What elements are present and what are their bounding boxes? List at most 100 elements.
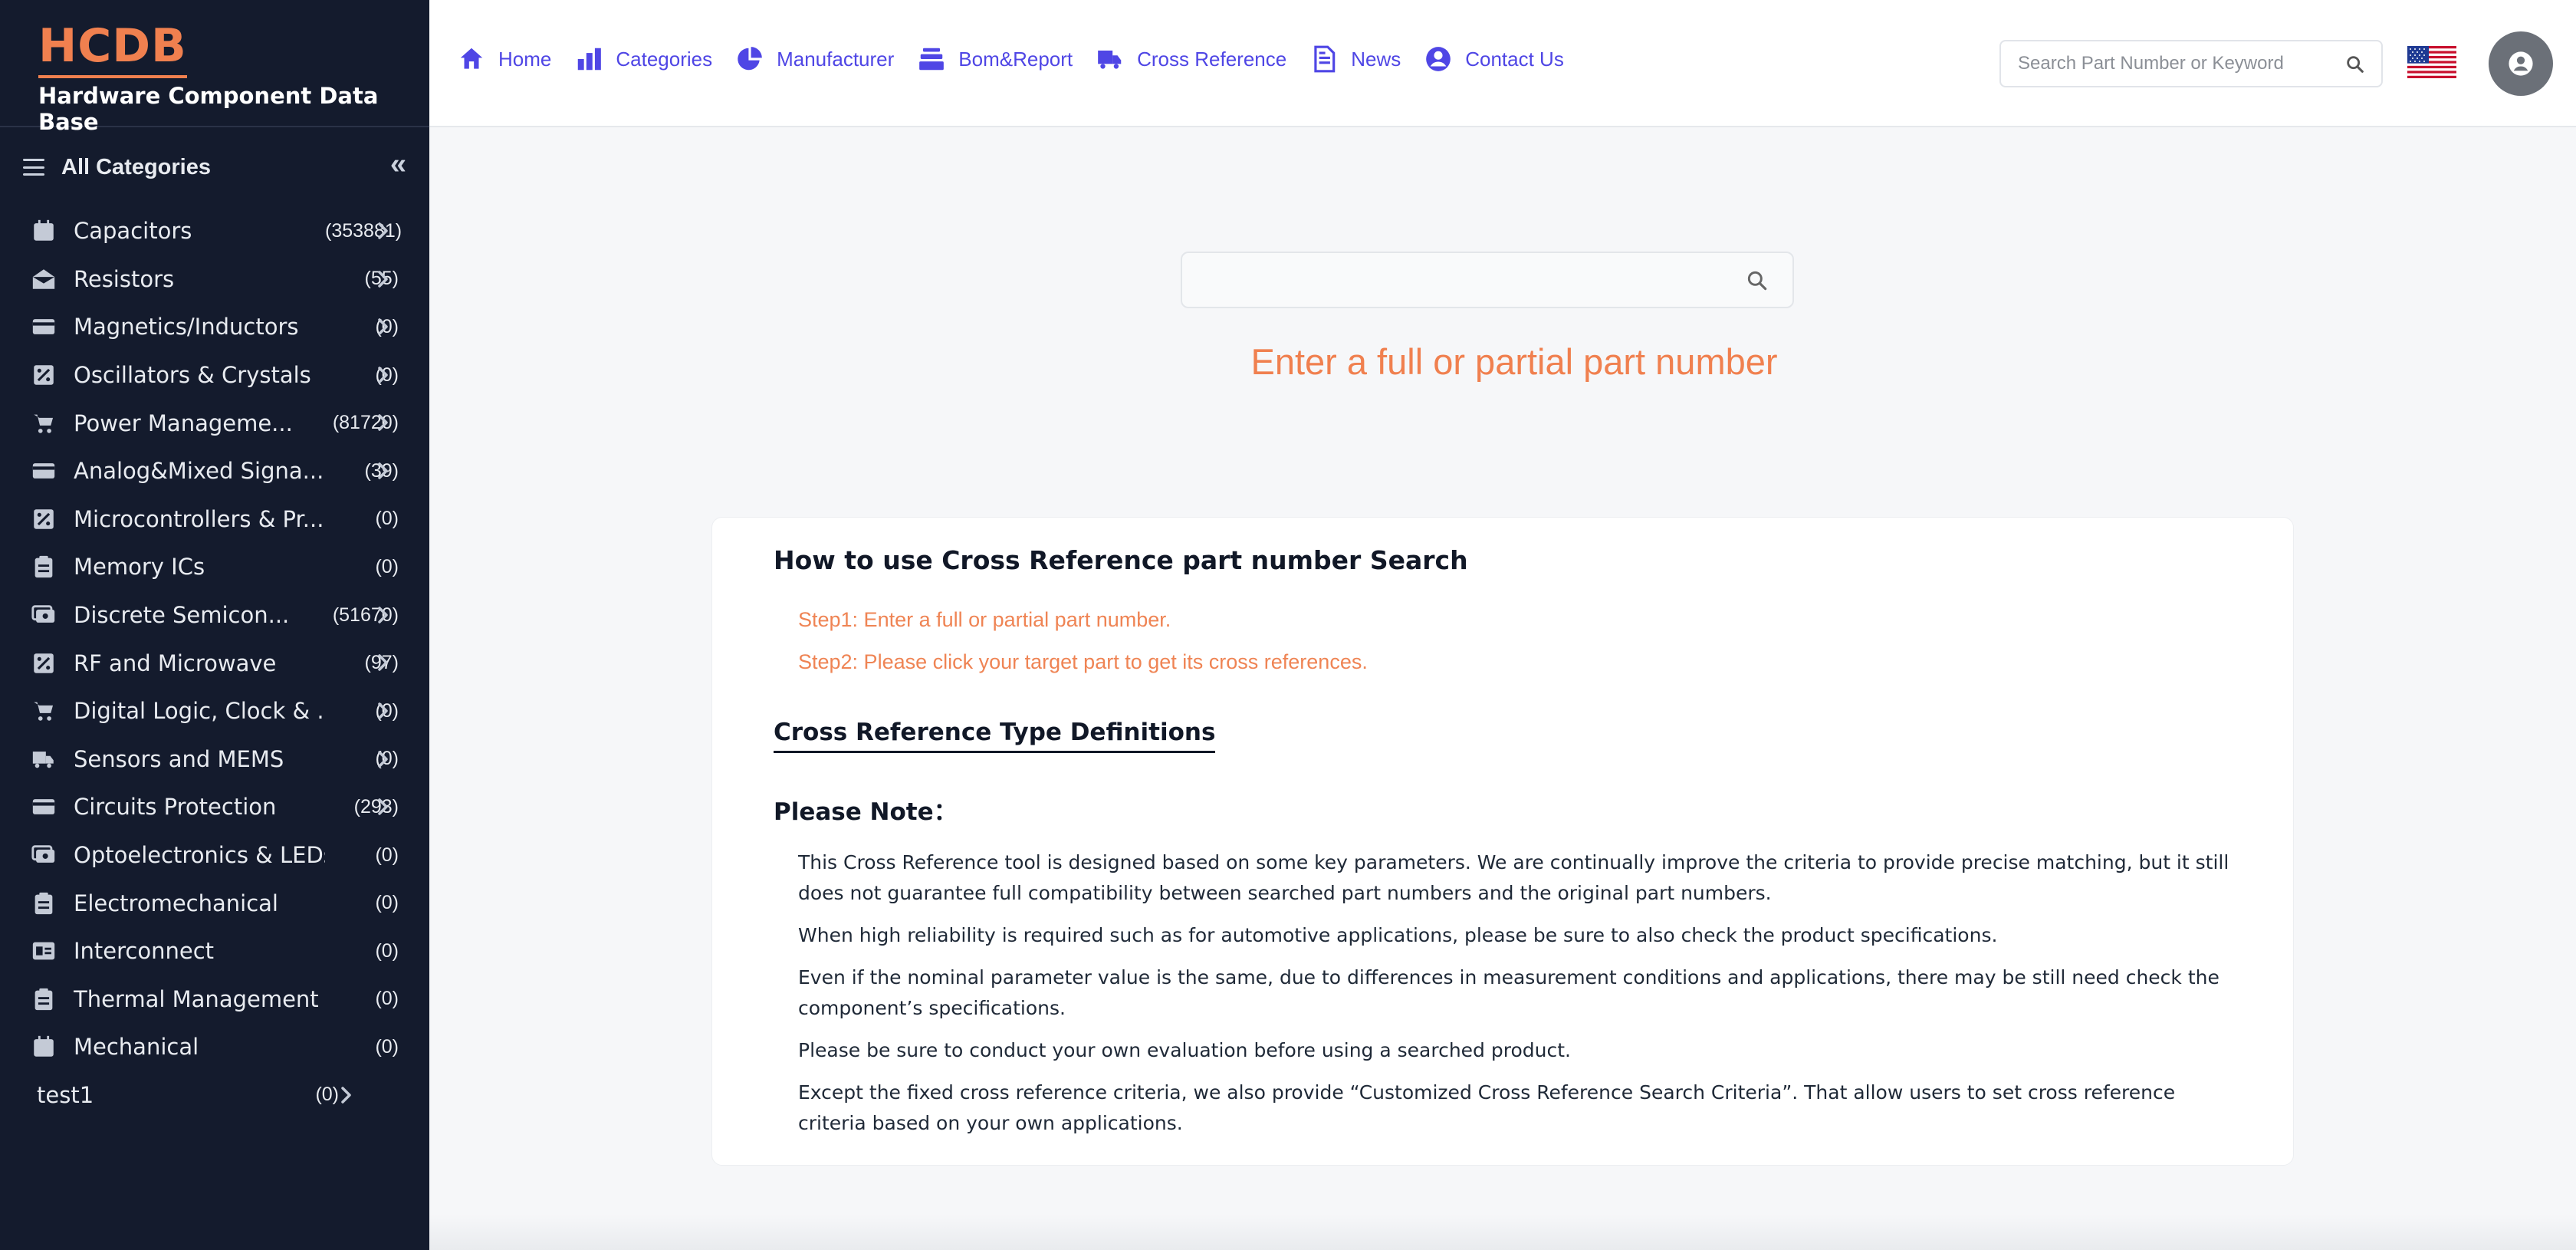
collapse-sidebar-icon[interactable]: « bbox=[390, 149, 406, 179]
card-icon bbox=[31, 794, 57, 820]
brand[interactable]: HCDB Hardware Component Data Base bbox=[0, 0, 429, 135]
chevron-right-icon[interactable] bbox=[374, 794, 393, 820]
category-name: Digital Logic, Clock & ... bbox=[74, 698, 325, 725]
chevron-right-icon[interactable] bbox=[374, 698, 393, 724]
category-count: (0) bbox=[315, 1084, 339, 1106]
clipboard-icon bbox=[31, 890, 57, 916]
sidebar-category-item[interactable]: Thermal Management (0) bbox=[0, 975, 429, 1024]
definitions-link[interactable]: Cross Reference Type Definitions bbox=[774, 719, 1216, 753]
percent-box-icon bbox=[31, 362, 57, 388]
chevron-right-icon[interactable] bbox=[374, 650, 393, 676]
cart-icon bbox=[31, 410, 57, 436]
nav-item-label: Cross Reference bbox=[1137, 47, 1287, 71]
chevron-right-icon[interactable] bbox=[374, 314, 393, 340]
sidebar-category-item[interactable]: Microcontrollers & Pr... (0) bbox=[0, 495, 429, 544]
category-name: Thermal Management bbox=[74, 985, 319, 1012]
category-name: Microcontrollers & Pr... bbox=[74, 505, 324, 532]
nav-item-bom-report[interactable]: Bom&Report bbox=[917, 44, 1073, 74]
sidebar-category-item[interactable]: Discrete Semicon... (51670) bbox=[0, 591, 429, 640]
sidebar-category-item[interactable]: RF and Microwave (97) bbox=[0, 639, 429, 687]
sidebar-category-item[interactable]: Magnetics/Inductors (0) bbox=[0, 303, 429, 351]
nav-item-categories[interactable]: Categories bbox=[574, 44, 712, 74]
category-name: Magnetics/Inductors bbox=[74, 314, 299, 340]
cross-reference-search bbox=[1181, 252, 1794, 308]
main-nav: Home Categories Manufacturer Bom&Report Cros… bbox=[457, 44, 1587, 74]
header-search-input[interactable] bbox=[2001, 41, 2323, 86]
id-card-icon bbox=[31, 938, 57, 964]
nav-item-label: Bom&Report bbox=[958, 47, 1073, 71]
envelope-open-icon bbox=[31, 266, 57, 292]
category-count: (0) bbox=[375, 892, 399, 914]
category-list: Capacitors (353881) Resistors (55) Magnetics… bbox=[0, 207, 429, 1119]
all-categories-header[interactable]: All Categories « bbox=[0, 127, 429, 207]
menu-icon bbox=[23, 159, 44, 176]
nav-item-cross-reference[interactable]: Cross Reference bbox=[1096, 44, 1286, 74]
sidebar: HCDB Hardware Component Data Base All Ca… bbox=[0, 0, 429, 1250]
sidebar-category-item[interactable]: Mechanical (0) bbox=[0, 1023, 429, 1071]
category-name: Oscillators & Crystals bbox=[74, 362, 311, 389]
nav-item-label: Contact Us bbox=[1465, 47, 1564, 71]
nav-item-label: Home bbox=[498, 47, 552, 71]
avatar[interactable] bbox=[2489, 31, 2553, 96]
header-search bbox=[1999, 40, 2383, 87]
cart-icon bbox=[31, 698, 57, 724]
search-icon[interactable] bbox=[1745, 268, 1769, 293]
us-flag-icon[interactable] bbox=[2407, 46, 2456, 78]
category-count: (0) bbox=[375, 988, 399, 1010]
note-4: Please be sure to conduct your own evalu… bbox=[798, 1039, 1571, 1061]
sidebar-category-item[interactable]: Interconnect (0) bbox=[0, 927, 429, 975]
sidebar-category-item[interactable]: Digital Logic, Clock & ... (0) bbox=[0, 687, 429, 735]
nav-item-news[interactable]: News bbox=[1309, 44, 1401, 74]
category-name: RF and Microwave bbox=[74, 650, 277, 676]
sidebar-category-item[interactable]: Power Manageme... (81720) bbox=[0, 399, 429, 447]
chevron-right-icon[interactable] bbox=[374, 410, 393, 436]
sidebar-category-item[interactable]: Oscillators & Crystals (0) bbox=[0, 351, 429, 400]
chevron-right-icon[interactable] bbox=[374, 458, 393, 484]
nav-item-manufacturer[interactable]: Manufacturer bbox=[735, 44, 894, 74]
note-title: Please Note： bbox=[774, 798, 958, 826]
top-header: Home Categories Manufacturer Bom&Report Cros… bbox=[429, 0, 2576, 127]
step-1: Step1: Enter a full or partial part numb… bbox=[798, 608, 1171, 631]
category-name: Capacitors bbox=[74, 218, 192, 245]
card-title: How to use Cross Reference part number S… bbox=[774, 545, 1468, 575]
category-name: Optoelectronics & LEDs bbox=[74, 842, 325, 869]
sidebar-category-item[interactable]: Analog&Mixed Signa... (39) bbox=[0, 447, 429, 495]
nav-item-home[interactable]: Home bbox=[457, 44, 551, 74]
clipboard-icon bbox=[31, 986, 57, 1012]
sidebar-category-item[interactable]: Circuits Protection (293) bbox=[0, 783, 429, 831]
category-name: Circuits Protection bbox=[74, 794, 277, 821]
category-name: Analog&Mixed Signa... bbox=[74, 458, 324, 485]
percent-box-icon bbox=[31, 650, 57, 676]
page-bottom-shade bbox=[429, 1215, 2576, 1250]
category-name: Resistors bbox=[74, 265, 175, 292]
category-count: (0) bbox=[375, 844, 399, 866]
user-circle-icon bbox=[1426, 47, 1451, 71]
sidebar-category-item[interactable]: test1 (0) bbox=[0, 1071, 429, 1120]
pie-chart-icon bbox=[738, 47, 762, 71]
category-name: Interconnect bbox=[74, 938, 215, 965]
truck-icon bbox=[31, 746, 57, 772]
card-icon bbox=[31, 314, 57, 340]
search-icon[interactable] bbox=[2344, 54, 2366, 75]
brand-logo[interactable]: HCDB bbox=[38, 21, 187, 78]
sidebar-category-item[interactable]: Memory ICs (0) bbox=[0, 543, 429, 591]
chevron-right-icon[interactable] bbox=[374, 218, 393, 244]
sidebar-category-item[interactable]: Resistors (55) bbox=[0, 255, 429, 304]
sidebar-category-item[interactable]: Sensors and MEMS (0) bbox=[0, 735, 429, 784]
sidebar-category-item[interactable]: Optoelectronics & LEDs (0) bbox=[0, 831, 429, 880]
chevron-right-icon[interactable] bbox=[374, 602, 393, 628]
sidebar-category-item[interactable]: Capacitors (353881) bbox=[0, 207, 429, 255]
clipboard-icon bbox=[31, 554, 57, 580]
cross-reference-search-input[interactable] bbox=[1182, 253, 1719, 307]
chevron-right-icon[interactable] bbox=[374, 746, 393, 772]
chevron-right-icon[interactable] bbox=[374, 362, 393, 388]
nav-item-label: News bbox=[1351, 47, 1401, 71]
sidebar-category-item[interactable]: Electromechanical (0) bbox=[0, 879, 429, 927]
chevron-right-icon[interactable] bbox=[337, 1082, 356, 1108]
chevron-right-icon[interactable] bbox=[374, 266, 393, 292]
category-name: Power Manageme... bbox=[74, 410, 293, 436]
nav-item-contact-us[interactable]: Contact Us bbox=[1424, 44, 1564, 74]
category-name: Memory ICs bbox=[74, 554, 205, 581]
nav-item-label: Manufacturer bbox=[777, 47, 895, 71]
cash-icon bbox=[31, 842, 57, 868]
